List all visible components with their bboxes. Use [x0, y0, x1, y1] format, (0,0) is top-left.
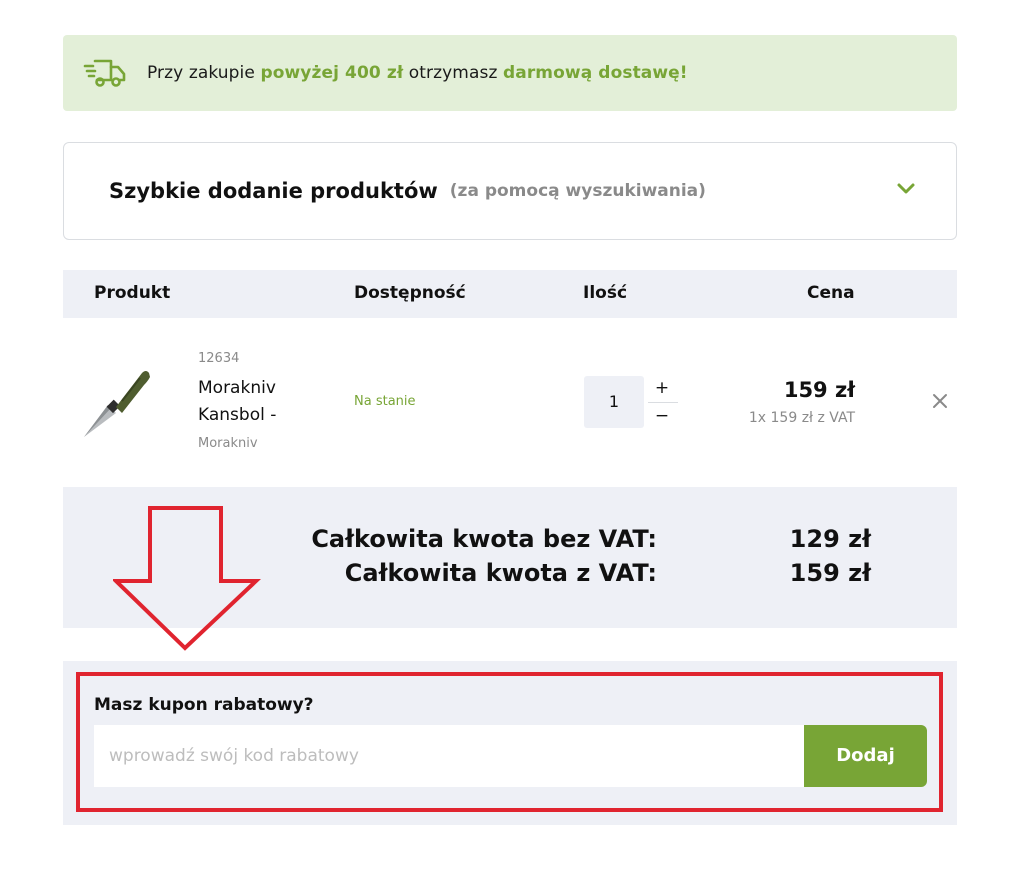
chevron-down-icon[interactable] — [896, 181, 916, 197]
product-name-link[interactable]: Morakniv Kansbol - — [198, 375, 308, 429]
header-quantity: Ilość — [583, 283, 628, 303]
total-net-label: Całkowita kwota bez VAT: — [311, 525, 657, 553]
product-image[interactable] — [78, 363, 158, 443]
down-arrow-annotation — [113, 506, 261, 651]
header-availability: Dostępność — [354, 283, 466, 303]
truck-icon — [83, 59, 126, 87]
quantity-divider — [648, 402, 678, 403]
coupon-highlight-annotation — [76, 672, 943, 812]
cart-table-header: Produkt Dostępność Ilość Cena — [63, 270, 957, 318]
total-net-value: 129 zł — [789, 525, 871, 553]
close-icon[interactable] — [930, 391, 950, 411]
free-shipping-text: Przy zakupie powyżej 400 zł otrzymasz da… — [147, 63, 688, 83]
quantity-decrease-button[interactable]: − — [648, 404, 676, 428]
quick-add-title: Szybkie dodanie produktów — [109, 179, 438, 203]
cart-row: 12634 Morakniv Kansbol - Morakniv Na sta… — [63, 330, 957, 480]
item-price-detail: 1x 159 zł z VAT — [748, 410, 855, 426]
total-gross-label: Całkowita kwota z VAT: — [344, 559, 657, 587]
product-sku: 12634 — [198, 351, 240, 366]
header-price: Cena — [807, 283, 855, 303]
free-shipping-banner: Przy zakupie powyżej 400 zł otrzymasz da… — [63, 35, 957, 111]
product-brand: Morakniv — [198, 436, 258, 451]
header-product: Produkt — [94, 283, 171, 303]
availability-status: Na stanie — [354, 394, 416, 409]
total-gross-value: 159 zł — [789, 559, 871, 587]
item-price: 159 zł — [783, 378, 855, 402]
quantity-input[interactable]: 1 — [584, 376, 644, 428]
quick-add-panel[interactable]: Szybkie dodanie produktów (za pomocą wys… — [63, 142, 957, 240]
free-delivery-highlight: darmową dostawę! — [502, 63, 688, 83]
quick-add-subtitle: (za pomocą wyszukiwania) — [449, 181, 706, 201]
quantity-increase-button[interactable]: + — [648, 376, 676, 400]
threshold-highlight: powyżej 400 zł — [260, 63, 404, 83]
